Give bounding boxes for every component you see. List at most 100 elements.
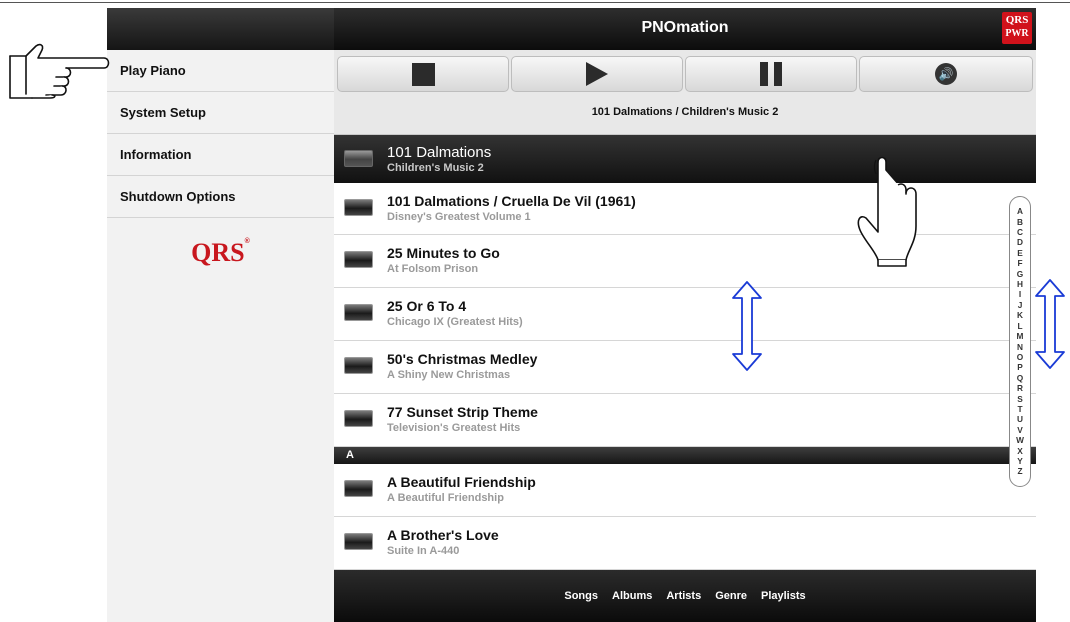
alphabet-letter[interactable]: Q <box>1017 373 1023 383</box>
main-panel: PNOmation QRS PWR 🔊 101 Dalmations / Chi… <box>334 8 1036 622</box>
album-thumbnail-icon <box>344 251 373 268</box>
tab-songs[interactable]: Songs <box>564 590 598 602</box>
sidebar-item-label: System Setup <box>120 105 206 120</box>
album-thumbnail-icon <box>344 357 373 374</box>
song-title: 25 Or 6 To 4 <box>387 298 467 314</box>
sidebar-item-label: Shutdown Options <box>120 189 236 204</box>
sidebar-item-label: Information <box>120 147 192 162</box>
list-item[interactable]: 101 Dalmations / Cruella De Vil (1961) D… <box>334 183 1036 235</box>
alphabet-letter[interactable]: I <box>1019 289 1021 299</box>
alphabet-letter[interactable]: O <box>1017 352 1023 362</box>
tab-genre[interactable]: Genre <box>715 590 747 602</box>
screen: Play Piano System Setup Information Shut… <box>0 0 1070 622</box>
alphabet-letter[interactable]: C <box>1017 227 1023 237</box>
alphabet-letter[interactable]: X <box>1017 446 1023 456</box>
list-item[interactable]: A Beautiful Friendship A Beautiful Frien… <box>334 464 1036 517</box>
song-title: 101 Dalmations / Cruella De Vil (1961) <box>387 193 636 209</box>
pointing-hand-icon <box>9 43 110 99</box>
tab-artists[interactable]: Artists <box>666 590 701 602</box>
list-item[interactable]: 50's Christmas Medley A Shiny New Christ… <box>334 341 1036 394</box>
play-button[interactable] <box>511 56 683 92</box>
list-item[interactable]: 77 Sunset Strip Theme Television's Great… <box>334 394 1036 447</box>
list-item[interactable]: A Brother's Love Suite In A-440 <box>334 517 1036 570</box>
tap-hand-icon <box>857 156 917 267</box>
song-title: 50's Christmas Medley <box>387 351 538 367</box>
alphabet-scroll-arrow-icon <box>1035 279 1065 369</box>
alphabet-letter[interactable]: G <box>1017 269 1023 279</box>
tab-playlists[interactable]: Playlists <box>761 590 806 602</box>
alphabet-letter[interactable]: E <box>1017 248 1023 258</box>
now-playing-label: 101 Dalmations / Children's Music 2 <box>591 106 779 118</box>
registered-mark: ® <box>244 238 250 245</box>
badge-top-text: QRS <box>1005 14 1029 26</box>
album-thumbnail-icon <box>344 304 373 321</box>
alphabet-letter[interactable]: S <box>1017 394 1023 404</box>
alphabet-letter[interactable]: U <box>1017 414 1023 424</box>
song-title: A Beautiful Friendship <box>387 474 536 490</box>
volume-icon: 🔊 <box>935 63 957 85</box>
list-item[interactable]: 25 Or 6 To 4 Chicago IX (Greatest Hits) <box>334 288 1036 341</box>
alphabet-letter[interactable]: W <box>1016 435 1024 445</box>
alphabet-letter[interactable]: P <box>1017 362 1023 372</box>
qrs-pwr-badge-icon[interactable]: QRS PWR <box>1002 12 1032 44</box>
album-thumbnail-icon <box>344 199 373 216</box>
alphabet-letter[interactable]: A <box>1017 206 1023 216</box>
sidebar-item-play-piano[interactable]: Play Piano <box>107 50 334 92</box>
alphabet-letter[interactable]: T <box>1017 404 1022 414</box>
song-album: Suite In A-440 <box>387 545 460 557</box>
pause-button[interactable] <box>685 56 857 92</box>
song-title: A Brother's Love <box>387 527 499 543</box>
title-bar: PNOmation QRS PWR <box>334 8 1036 50</box>
alphabet-letter[interactable]: B <box>1017 217 1023 227</box>
selected-song-row[interactable]: 101 Dalmations Children's Music 2 <box>334 135 1036 183</box>
alphabet-letter[interactable]: L <box>1017 321 1022 331</box>
song-album: Television's Greatest Hits <box>387 422 521 434</box>
song-album: Children's Music 2 <box>387 162 484 174</box>
sidebar-item-information[interactable]: Information <box>107 134 334 176</box>
app-title: PNOmation <box>641 19 729 36</box>
album-thumbnail-icon <box>344 410 373 427</box>
scroll-double-arrow-icon <box>732 281 762 371</box>
sidebar-item-shutdown-options[interactable]: Shutdown Options <box>107 176 334 218</box>
song-title: 77 Sunset Strip Theme <box>387 404 538 420</box>
song-album: Disney's Greatest Volume 1 <box>387 211 531 223</box>
sidebar-item-system-setup[interactable]: System Setup <box>107 92 334 134</box>
transport-controls: 🔊 101 Dalmations / Children's Music 2 <box>334 50 1036 135</box>
album-thumbnail-icon <box>344 533 373 550</box>
badge-bottom-text: PWR <box>1005 28 1029 39</box>
bottom-tab-bar: Songs Albums Artists Genre Playlists <box>334 570 1036 622</box>
section-header: A <box>334 447 1036 464</box>
alphabet-letter[interactable]: R <box>1017 383 1023 393</box>
alphabet-letter[interactable]: Y <box>1017 456 1023 466</box>
alphabet-letter[interactable]: M <box>1017 331 1024 341</box>
song-album: A Beautiful Friendship <box>387 492 504 504</box>
alphabet-letter[interactable]: V <box>1017 425 1023 435</box>
top-divider <box>0 2 1070 3</box>
play-icon <box>586 62 608 86</box>
tab-albums[interactable]: Albums <box>612 590 652 602</box>
alphabet-letter[interactable]: N <box>1017 342 1023 352</box>
alphabet-letter[interactable]: J <box>1018 300 1023 310</box>
sidebar-header <box>107 8 334 50</box>
alphabet-letter[interactable]: F <box>1017 258 1022 268</box>
pause-icon <box>760 62 782 86</box>
stop-icon <box>411 62 435 86</box>
alphabet-letter[interactable]: K <box>1017 310 1023 320</box>
stop-button[interactable] <box>337 56 509 92</box>
song-album: At Folsom Prison <box>387 263 479 275</box>
alphabet-letter[interactable]: Z <box>1017 466 1022 476</box>
album-thumbnail-icon <box>344 480 373 497</box>
album-thumbnail-icon <box>344 150 373 167</box>
list-item[interactable]: 25 Minutes to Go At Folsom Prison <box>334 235 1036 288</box>
song-album: A Shiny New Christmas <box>387 369 511 381</box>
song-title: 101 Dalmations <box>387 144 492 161</box>
qrs-logo: QRS® <box>191 238 250 267</box>
volume-button[interactable]: 🔊 <box>859 56 1033 92</box>
sidebar: Play Piano System Setup Information Shut… <box>107 8 334 622</box>
alphabet-letter[interactable]: H <box>1017 279 1023 289</box>
song-album: Chicago IX (Greatest Hits) <box>387 316 523 328</box>
song-title: 25 Minutes to Go <box>387 245 500 261</box>
alphabet-index[interactable]: ABCDEFGHIJKLMNOPQRSTUVWXYZ <box>1009 196 1031 487</box>
alphabet-letter[interactable]: D <box>1017 237 1023 247</box>
sidebar-item-label: Play Piano <box>120 63 186 78</box>
